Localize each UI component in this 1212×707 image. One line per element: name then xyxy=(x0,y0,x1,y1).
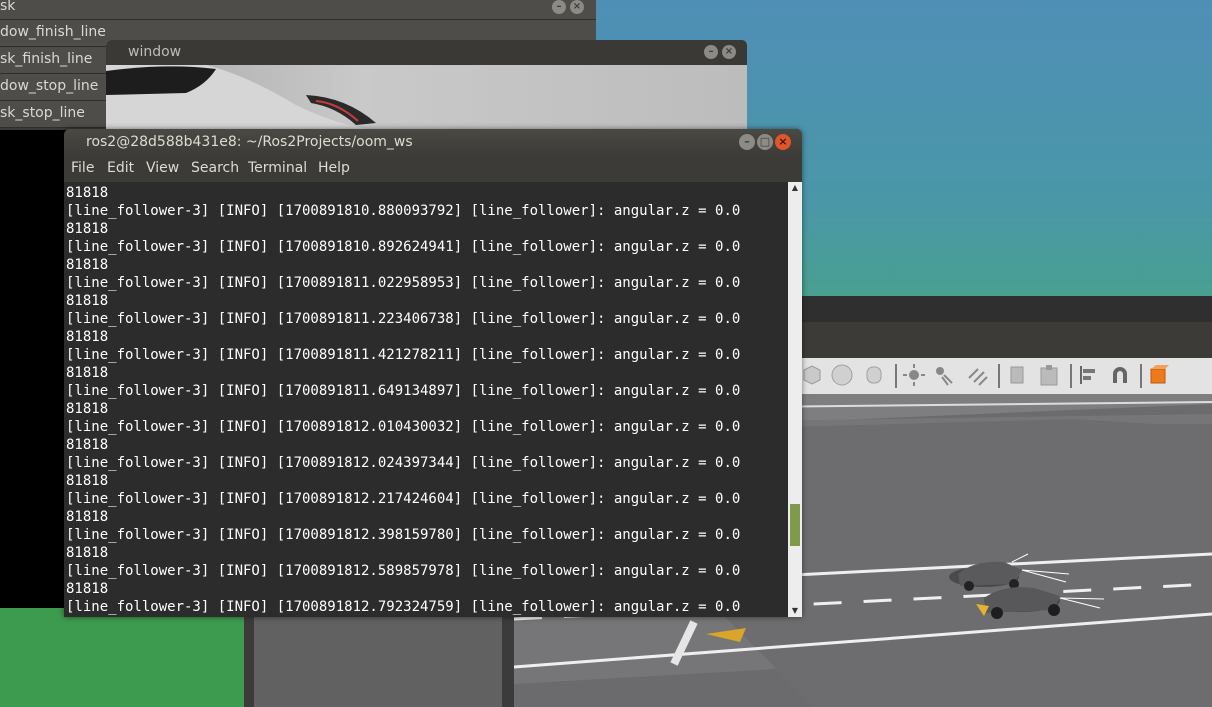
terminal-line: 81818 xyxy=(66,509,109,525)
cylinder-shape-icon[interactable] xyxy=(862,363,886,387)
image-window: window – × xyxy=(106,40,747,130)
snap-icon[interactable] xyxy=(1108,363,1132,387)
maximize-icon[interactable]: □ xyxy=(757,134,773,150)
image-window-titlebar[interactable]: window – × xyxy=(106,40,747,65)
terminal-line: [line_follower-3] [INFO] [1700891812.589… xyxy=(66,563,741,579)
terminal-line: [line_follower-3] [INFO] [1700891812.024… xyxy=(66,455,741,471)
terminal-line: [line_follower-3] [INFO] [1700891811.421… xyxy=(66,347,741,363)
terminal-line: 81818 xyxy=(66,437,109,453)
close-icon[interactable]: × xyxy=(722,45,736,59)
toolbar-separator xyxy=(895,364,897,388)
terminal-titlebar[interactable]: ros2@28d588b431e8: ~/Ros2Projects/oom_ws… xyxy=(64,129,802,156)
task-window-title: sk xyxy=(0,0,16,14)
terminal-window: ros2@28d588b431e8: ~/Ros2Projects/oom_ws… xyxy=(64,129,802,617)
terminal-line: [line_follower-3] [INFO] [1700891812.398… xyxy=(66,527,741,543)
align-icon[interactable] xyxy=(1077,363,1101,387)
scroll-up-icon[interactable]: ▲ xyxy=(788,182,802,194)
camera-image xyxy=(106,65,747,130)
task-row-label: sk_stop_line xyxy=(0,105,85,121)
terminal-output[interactable]: 81818 [line_follower-3] [INFO] [170089181… xyxy=(64,182,788,617)
task-row-label: dow_stop_line xyxy=(0,78,99,94)
terminal-line: 81818 xyxy=(66,293,109,309)
terminal-line: 81818 xyxy=(66,365,109,381)
spot-light-icon[interactable] xyxy=(932,363,956,387)
view-angle-icon[interactable] xyxy=(1147,363,1171,387)
terminal-line: 81818 xyxy=(66,473,109,489)
terminal-line: 81818 xyxy=(66,221,109,237)
terminal-line: 81818 xyxy=(66,329,109,345)
minimize-icon[interactable]: – xyxy=(704,45,718,59)
terminal-title: ros2@28d588b431e8: ~/Ros2Projects/oom_ws xyxy=(86,134,413,150)
close-icon[interactable]: × xyxy=(570,0,584,14)
terminal-scrollbar[interactable]: ▲ ▼ xyxy=(788,182,802,617)
terminal-line: 81818 xyxy=(66,185,109,201)
minimize-icon[interactable]: – xyxy=(552,0,566,14)
scroll-down-icon[interactable]: ▼ xyxy=(788,605,802,617)
menu-edit[interactable]: Edit xyxy=(107,160,134,176)
menu-view[interactable]: View xyxy=(146,160,179,176)
paste-icon[interactable] xyxy=(1037,363,1061,387)
toolbar-separator xyxy=(998,364,1000,388)
sphere-shape-icon[interactable] xyxy=(830,363,854,387)
menu-search[interactable]: Search xyxy=(191,160,239,176)
terminal-line: 81818 xyxy=(66,401,109,417)
menu-terminal[interactable]: Terminal xyxy=(248,160,307,176)
task-window-titlebar: sk – × xyxy=(0,0,596,20)
black-display-pane xyxy=(0,130,66,608)
box-shape-icon[interactable] xyxy=(800,363,824,387)
image-window-title: window xyxy=(128,44,182,60)
desktop-background-area xyxy=(0,608,244,707)
minimize-icon[interactable]: – xyxy=(739,134,755,150)
terminal-line: [line_follower-3] [INFO] [1700891810.880… xyxy=(66,203,741,219)
terminal-menubar: File Edit View Search Terminal Help xyxy=(64,156,802,182)
copy-icon[interactable] xyxy=(1006,363,1030,387)
terminal-line: [line_follower-3] [INFO] [1700891811.649… xyxy=(66,383,741,399)
toolbar-separator xyxy=(1140,364,1142,388)
terminal-text-lines: 81818 [line_follower-3] [INFO] [170089181… xyxy=(66,184,740,616)
terminal-line: [line_follower-3] [INFO] [1700891810.892… xyxy=(66,239,741,255)
task-row-label: dow_finish_line xyxy=(0,24,106,40)
terminal-line: [line_follower-3] [INFO] [1700891812.792… xyxy=(66,599,741,615)
directional-light-icon[interactable] xyxy=(966,363,990,387)
task-row-label: sk_finish_line xyxy=(0,51,93,67)
menu-help[interactable]: Help xyxy=(318,160,350,176)
toolbar-separator xyxy=(1070,364,1072,388)
terminal-line: [line_follower-3] [INFO] [1700891812.217… xyxy=(66,491,741,507)
simulator-side-panel-content xyxy=(254,616,502,707)
terminal-line: [line_follower-3] [INFO] [1700891811.022… xyxy=(66,275,741,291)
terminal-line: 81818 xyxy=(66,257,109,273)
close-icon[interactable]: × xyxy=(775,134,791,150)
terminal-line: [line_follower-3] [INFO] [1700891812.010… xyxy=(66,419,741,435)
scrollbar-thumb[interactable] xyxy=(790,504,800,546)
menu-file[interactable]: File xyxy=(71,160,94,176)
terminal-line: 81818 xyxy=(66,545,109,561)
point-light-icon[interactable] xyxy=(902,363,926,387)
car-image-graphic xyxy=(106,65,376,130)
terminal-line: 81818 xyxy=(66,581,109,597)
terminal-line: [line_follower-3] [INFO] [1700891811.223… xyxy=(66,311,741,327)
